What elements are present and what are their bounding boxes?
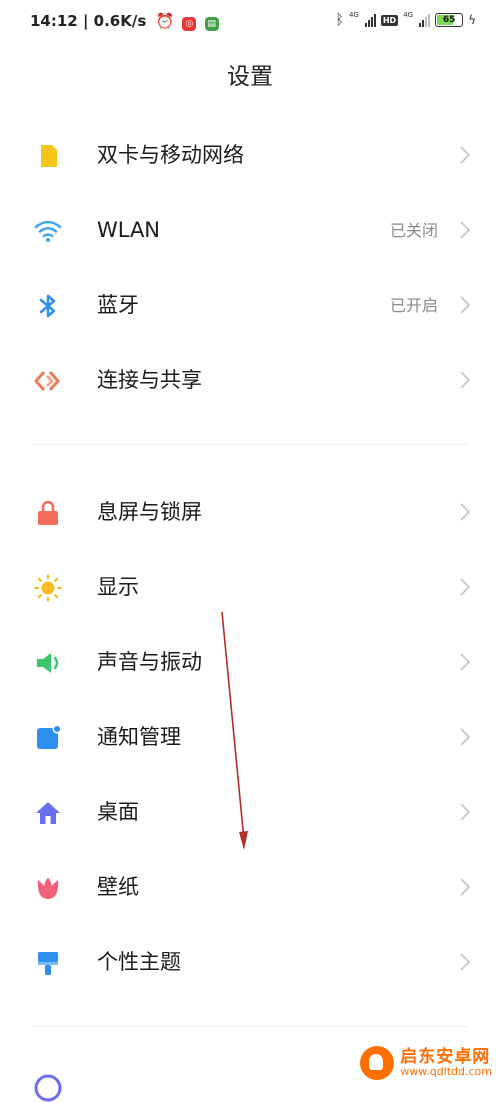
speaker-icon: [37, 653, 59, 673]
bluetooth-icon: [39, 294, 56, 318]
settings-item-home-screen[interactable]: 桌面: [0, 775, 500, 850]
notification-icon: [37, 724, 62, 749]
settings-item-dual-sim[interactable]: 双卡与移动网络: [0, 118, 500, 193]
chevron-right-icon: [460, 371, 470, 389]
settings-item-lock-screen[interactable]: 息屏与锁屏: [0, 475, 500, 550]
status-time: 14:12 | 0.6K/s: [30, 12, 147, 30]
chevron-right-icon: [460, 146, 470, 164]
settings-item-display[interactable]: 显示: [0, 550, 500, 625]
network-type-1: 4G: [348, 11, 359, 19]
chevron-right-icon: [460, 503, 470, 521]
signal-icon-1: [364, 13, 376, 27]
chevron-right-icon: [460, 653, 470, 671]
bluetooth-status-icon: ᛒ: [335, 12, 344, 28]
chevron-right-icon: [460, 803, 470, 821]
chevron-right-icon: [460, 296, 470, 314]
settings-item-bluetooth[interactable]: 蓝牙 已开启: [0, 268, 500, 343]
settings-item-label: 显示: [97, 575, 139, 599]
settings-item-label: 蓝牙: [97, 293, 139, 317]
tulip-icon: [37, 878, 59, 899]
settings-item-wallpaper[interactable]: 壁纸: [0, 850, 500, 925]
settings-item-wlan[interactable]: WLAN 已关闭: [0, 193, 500, 268]
watermark-name: 启东安卓网: [400, 1046, 491, 1067]
watermark-logo-icon: [360, 1046, 395, 1080]
sim-card-icon: [41, 145, 57, 167]
settings-item-label: 声音与振动: [97, 650, 202, 674]
settings-item-themes[interactable]: 个性主题: [0, 925, 500, 1000]
settings-item-value: 已关闭: [389, 221, 438, 240]
app-notification-icon-2: ▤: [204, 17, 219, 31]
share-icon: [34, 371, 60, 391]
app-notification-icon: ◎: [182, 17, 197, 31]
section-divider: [32, 444, 468, 445]
status-bar: 14:12 | 0.6K/s ⏰ ◎ ▤ ᛒ 4G HD 4G 65 ϟ: [0, 0, 500, 44]
home-icon: [36, 802, 60, 824]
chevron-right-icon: [460, 578, 470, 596]
sun-icon: [34, 574, 62, 602]
chevron-right-icon: [460, 878, 470, 896]
page-title: 设置: [227, 64, 273, 90]
battery-level: 65: [442, 15, 456, 25]
settings-item-label: 双卡与移动网络: [97, 143, 244, 167]
section-divider: [32, 1026, 468, 1027]
network-type-2: 4G: [403, 11, 414, 19]
signal-icon-2: [419, 13, 431, 27]
alarm-icon: ⏰: [155, 12, 175, 30]
hd-voice-icon: HD: [380, 14, 399, 26]
watermark-url: www.qdltdd.com: [400, 1065, 492, 1079]
settings-item-label: 连接与共享: [97, 368, 202, 392]
settings-item-connection-sharing[interactable]: 连接与共享: [0, 343, 500, 418]
settings-item-label: 桌面: [97, 800, 139, 824]
charging-icon: ϟ: [468, 13, 476, 27]
chevron-right-icon: [460, 953, 470, 971]
settings-item-sound-vibration[interactable]: 声音与振动: [0, 625, 500, 700]
chevron-right-icon: [460, 221, 470, 239]
settings-item-label: WLAN: [97, 218, 161, 242]
wifi-icon: [34, 220, 62, 242]
watermark: 启东安卓网 www.qdltdd.com: [360, 1046, 492, 1080]
settings-item-notifications[interactable]: 通知管理: [0, 700, 500, 775]
settings-item-label: 壁纸: [97, 875, 139, 899]
next-item-icon: [34, 1074, 62, 1102]
chevron-right-icon: [460, 728, 470, 746]
settings-item-label: 通知管理: [97, 725, 181, 749]
battery-icon: 65: [435, 13, 464, 27]
lock-icon: [38, 500, 58, 525]
settings-item-value: 已开启: [389, 296, 438, 315]
brush-icon: [38, 952, 58, 975]
settings-item-label: 息屏与锁屏: [97, 500, 202, 524]
settings-item-label: 个性主题: [97, 950, 181, 974]
